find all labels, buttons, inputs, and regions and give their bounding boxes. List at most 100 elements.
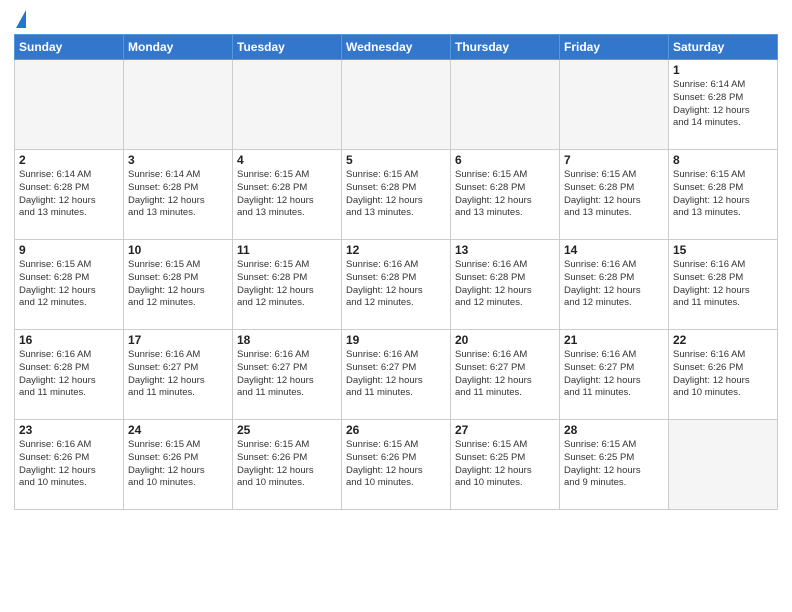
calendar-cell: 6 Sunrise: 6:15 AM Sunset: 6:28 PM Daylig… [451, 150, 560, 240]
weekday-header-saturday: Saturday [669, 35, 778, 60]
calendar-cell: 7 Sunrise: 6:15 AM Sunset: 6:28 PM Daylig… [560, 150, 669, 240]
calendar-cell: 22 Sunrise: 6:16 AM Sunset: 6:26 PM Dayli… [669, 330, 778, 420]
day-info: Sunrise: 6:15 AM Sunset: 6:28 PM Dayligh… [237, 169, 337, 220]
day-number: 1 [673, 63, 773, 77]
calendar-cell: 21Sunrise: 6:16 AM Sunset: 6:27 PM Dayli… [560, 330, 669, 420]
calendar-cell: 26Sunrise: 6:15 AM Sunset: 6:26 PM Dayli… [342, 420, 451, 510]
day-number: 22 [673, 333, 773, 347]
calendar-cell: 1 Sunrise: 6:14 AM Sunset: 6:28 PM Daylig… [669, 60, 778, 150]
day-number: 9 [19, 243, 119, 257]
day-info: Sunrise: 6:15 AM Sunset: 6:28 PM Dayligh… [564, 169, 664, 220]
calendar-cell [451, 60, 560, 150]
page: SundayMondayTuesdayWednesdayThursdayFrid… [0, 0, 792, 612]
calendar-cell: 8Sunrise: 6:15 AM Sunset: 6:28 PM Daylig… [669, 150, 778, 240]
weekday-header-tuesday: Tuesday [233, 35, 342, 60]
day-number: 18 [237, 333, 337, 347]
calendar-cell: 11 Sunrise: 6:15 AM Sunset: 6:28 PM Dayli… [233, 240, 342, 330]
calendar-week-row: 23 Sunrise: 6:16 AM Sunset: 6:26 PM Dayli… [15, 420, 778, 510]
day-info: Sunrise: 6:15 AM Sunset: 6:25 PM Dayligh… [564, 439, 664, 490]
day-info: Sunrise: 6:15 AM Sunset: 6:28 PM Dayligh… [128, 259, 228, 310]
calendar-cell: 2 Sunrise: 6:14 AM Sunset: 6:28 PM Daylig… [15, 150, 124, 240]
calendar-cell: 10 Sunrise: 6:15 AM Sunset: 6:28 PM Dayli… [124, 240, 233, 330]
day-number: 25 [237, 423, 337, 437]
weekday-header-sunday: Sunday [15, 35, 124, 60]
day-number: 3 [128, 153, 228, 167]
weekday-header-wednesday: Wednesday [342, 35, 451, 60]
calendar-cell: 14Sunrise: 6:16 AM Sunset: 6:28 PM Dayli… [560, 240, 669, 330]
day-number: 6 [455, 153, 555, 167]
calendar-cell: 25 Sunrise: 6:15 AM Sunset: 6:26 PM Dayli… [233, 420, 342, 510]
day-number: 8 [673, 153, 773, 167]
day-info: Sunrise: 6:15 AM Sunset: 6:26 PM Dayligh… [237, 439, 337, 490]
day-info: Sunrise: 6:15 AM Sunset: 6:28 PM Dayligh… [346, 169, 446, 220]
day-info: Sunrise: 6:16 AM Sunset: 6:28 PM Dayligh… [673, 259, 773, 310]
calendar-cell: 27Sunrise: 6:15 AM Sunset: 6:25 PM Dayli… [451, 420, 560, 510]
day-number: 24 [128, 423, 228, 437]
day-number: 2 [19, 153, 119, 167]
day-info: Sunrise: 6:14 AM Sunset: 6:28 PM Dayligh… [19, 169, 119, 220]
day-number: 23 [19, 423, 119, 437]
day-info: Sunrise: 6:15 AM Sunset: 6:25 PM Dayligh… [455, 439, 555, 490]
calendar-cell [560, 60, 669, 150]
calendar-cell [342, 60, 451, 150]
logo [14, 10, 26, 28]
day-info: Sunrise: 6:15 AM Sunset: 6:28 PM Dayligh… [455, 169, 555, 220]
calendar-cell: 5 Sunrise: 6:15 AM Sunset: 6:28 PM Daylig… [342, 150, 451, 240]
day-number: 5 [346, 153, 446, 167]
day-info: Sunrise: 6:15 AM Sunset: 6:28 PM Dayligh… [237, 259, 337, 310]
day-info: Sunrise: 6:16 AM Sunset: 6:27 PM Dayligh… [128, 349, 228, 400]
calendar-cell: 23 Sunrise: 6:16 AM Sunset: 6:26 PM Dayli… [15, 420, 124, 510]
day-info: Sunrise: 6:15 AM Sunset: 6:26 PM Dayligh… [346, 439, 446, 490]
calendar-cell: 24 Sunrise: 6:15 AM Sunset: 6:26 PM Dayli… [124, 420, 233, 510]
calendar-cell: 3 Sunrise: 6:14 AM Sunset: 6:28 PM Daylig… [124, 150, 233, 240]
calendar-week-row: 2 Sunrise: 6:14 AM Sunset: 6:28 PM Daylig… [15, 150, 778, 240]
calendar-cell: 15 Sunrise: 6:16 AM Sunset: 6:28 PM Dayli… [669, 240, 778, 330]
day-info: Sunrise: 6:14 AM Sunset: 6:28 PM Dayligh… [128, 169, 228, 220]
calendar-cell: 9 Sunrise: 6:15 AM Sunset: 6:28 PM Daylig… [15, 240, 124, 330]
day-number: 28 [564, 423, 664, 437]
calendar-cell: 18 Sunrise: 6:16 AM Sunset: 6:27 PM Dayli… [233, 330, 342, 420]
calendar-cell [669, 420, 778, 510]
weekday-header-row: SundayMondayTuesdayWednesdayThursdayFrid… [15, 35, 778, 60]
day-info: Sunrise: 6:16 AM Sunset: 6:26 PM Dayligh… [19, 439, 119, 490]
calendar-cell: 13 Sunrise: 6:16 AM Sunset: 6:28 PM Dayli… [451, 240, 560, 330]
day-info: Sunrise: 6:16 AM Sunset: 6:27 PM Dayligh… [237, 349, 337, 400]
day-info: Sunrise: 6:16 AM Sunset: 6:28 PM Dayligh… [19, 349, 119, 400]
day-number: 15 [673, 243, 773, 257]
day-number: 4 [237, 153, 337, 167]
calendar-cell [15, 60, 124, 150]
calendar-week-row: 1 Sunrise: 6:14 AM Sunset: 6:28 PM Daylig… [15, 60, 778, 150]
calendar-cell [233, 60, 342, 150]
weekday-header-thursday: Thursday [451, 35, 560, 60]
day-info: Sunrise: 6:15 AM Sunset: 6:26 PM Dayligh… [128, 439, 228, 490]
day-number: 11 [237, 243, 337, 257]
calendar-week-row: 16 Sunrise: 6:16 AM Sunset: 6:28 PM Dayli… [15, 330, 778, 420]
day-number: 12 [346, 243, 446, 257]
day-info: Sunrise: 6:16 AM Sunset: 6:28 PM Dayligh… [455, 259, 555, 310]
calendar-cell: 28 Sunrise: 6:15 AM Sunset: 6:25 PM Dayli… [560, 420, 669, 510]
day-number: 13 [455, 243, 555, 257]
day-info: Sunrise: 6:16 AM Sunset: 6:28 PM Dayligh… [346, 259, 446, 310]
day-number: 16 [19, 333, 119, 347]
day-number: 7 [564, 153, 664, 167]
day-info: Sunrise: 6:16 AM Sunset: 6:27 PM Dayligh… [455, 349, 555, 400]
day-number: 20 [455, 333, 555, 347]
day-info: Sunrise: 6:15 AM Sunset: 6:28 PM Dayligh… [19, 259, 119, 310]
day-info: Sunrise: 6:14 AM Sunset: 6:28 PM Dayligh… [673, 79, 773, 130]
day-number: 10 [128, 243, 228, 257]
day-number: 17 [128, 333, 228, 347]
day-number: 19 [346, 333, 446, 347]
calendar-cell [124, 60, 233, 150]
weekday-header-monday: Monday [124, 35, 233, 60]
calendar-cell: 19 Sunrise: 6:16 AM Sunset: 6:27 PM Dayli… [342, 330, 451, 420]
calendar-cell: 16 Sunrise: 6:16 AM Sunset: 6:28 PM Dayli… [15, 330, 124, 420]
day-info: Sunrise: 6:16 AM Sunset: 6:28 PM Dayligh… [564, 259, 664, 310]
logo-triangle-icon [16, 10, 26, 28]
calendar-cell: 4 Sunrise: 6:15 AM Sunset: 6:28 PM Daylig… [233, 150, 342, 240]
calendar-cell: 12 Sunrise: 6:16 AM Sunset: 6:28 PM Dayli… [342, 240, 451, 330]
weekday-header-friday: Friday [560, 35, 669, 60]
day-info: Sunrise: 6:16 AM Sunset: 6:26 PM Dayligh… [673, 349, 773, 400]
calendar: SundayMondayTuesdayWednesdayThursdayFrid… [14, 34, 778, 510]
day-info: Sunrise: 6:16 AM Sunset: 6:27 PM Dayligh… [346, 349, 446, 400]
calendar-cell: 20 Sunrise: 6:16 AM Sunset: 6:27 PM Dayli… [451, 330, 560, 420]
